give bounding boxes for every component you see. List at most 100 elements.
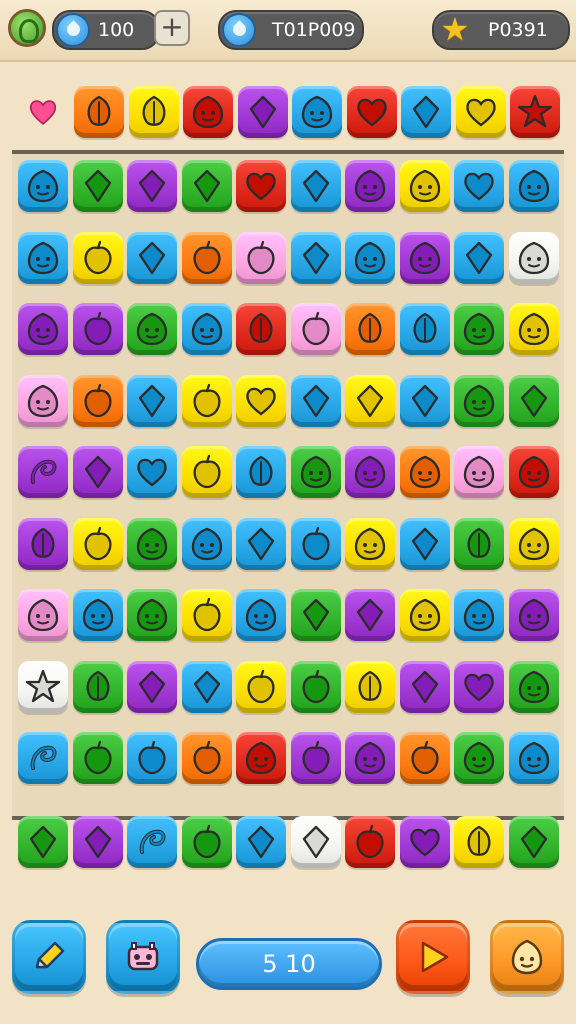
board-tile[interactable]	[345, 589, 395, 641]
board-tile[interactable]	[236, 446, 286, 498]
add-currency-button[interactable]: +	[154, 10, 190, 46]
board-tile[interactable]	[454, 160, 504, 212]
board-tile[interactable]	[399, 732, 450, 784]
board-tile[interactable]	[236, 732, 286, 784]
board-tile[interactable]	[399, 517, 450, 570]
character-button[interactable]	[490, 920, 564, 994]
board-tile[interactable]	[181, 374, 232, 427]
board-tile[interactable]	[508, 303, 559, 355]
bottom-tile[interactable]	[236, 816, 286, 868]
board-tile[interactable]	[399, 660, 450, 713]
board-tile[interactable]	[454, 446, 504, 498]
player-avatar[interactable]	[8, 9, 46, 47]
board-tile[interactable]	[236, 660, 286, 713]
top-tile[interactable]	[292, 86, 342, 138]
bottom-tile[interactable]	[454, 816, 504, 868]
board-tile[interactable]	[181, 517, 232, 570]
board-tile[interactable]	[18, 517, 68, 570]
board-tile[interactable]	[345, 231, 395, 284]
board-tile[interactable]	[127, 303, 177, 355]
board-tile[interactable]	[236, 589, 286, 641]
top-tile[interactable]	[74, 86, 124, 138]
board-tile[interactable]	[72, 660, 123, 713]
board-tile[interactable]	[18, 231, 68, 284]
board-tile[interactable]	[290, 231, 341, 284]
top-tile[interactable]	[346, 86, 397, 138]
board-tile[interactable]	[345, 517, 395, 570]
board-tile[interactable]	[127, 660, 177, 713]
board-tile[interactable]	[236, 231, 286, 284]
board-tile[interactable]	[181, 303, 232, 355]
board-tile[interactable]	[454, 374, 504, 427]
board-tile[interactable]	[290, 660, 341, 713]
board-tile[interactable]	[236, 517, 286, 570]
board-tile[interactable]	[72, 446, 123, 498]
board-tile[interactable]	[508, 374, 559, 427]
board-tile[interactable]	[18, 160, 68, 212]
board-tile[interactable]	[72, 374, 123, 427]
bottom-tile[interactable]	[72, 816, 123, 868]
play-button[interactable]	[396, 920, 470, 994]
board-tile[interactable]	[181, 231, 232, 284]
board-tile[interactable]	[72, 517, 123, 570]
board-tile[interactable]	[345, 660, 395, 713]
board-tile[interactable]	[345, 732, 395, 784]
board-tile[interactable]	[508, 446, 559, 498]
board-tile[interactable]	[72, 160, 123, 212]
board-tile[interactable]	[454, 732, 504, 784]
board-tile[interactable]	[508, 231, 559, 284]
top-tile[interactable]	[401, 86, 451, 138]
bottom-tile[interactable]	[345, 816, 395, 868]
top-tile[interactable]	[237, 86, 288, 138]
board-tile[interactable]	[290, 517, 341, 570]
pencil-button[interactable]	[12, 920, 86, 994]
board-tile[interactable]	[290, 160, 341, 212]
top-tile[interactable]	[510, 86, 560, 138]
board-tile[interactable]	[454, 660, 504, 713]
board-tile[interactable]	[18, 446, 68, 498]
board-tile[interactable]	[181, 732, 232, 784]
board-tile[interactable]	[236, 160, 286, 212]
top-tile[interactable]	[455, 86, 506, 138]
board-tile[interactable]	[290, 732, 341, 784]
board-tile[interactable]	[290, 589, 341, 641]
bottom-tile[interactable]	[399, 816, 450, 868]
board-tile[interactable]	[181, 160, 232, 212]
board-tile[interactable]	[127, 732, 177, 784]
bottom-tile[interactable]	[18, 816, 68, 868]
board-tile[interactable]	[72, 732, 123, 784]
top-tile[interactable]	[128, 86, 179, 138]
board-tile[interactable]	[508, 160, 559, 212]
board-tile[interactable]	[236, 303, 286, 355]
board-tile[interactable]	[508, 589, 559, 641]
board-tile[interactable]	[399, 231, 450, 284]
board-tile[interactable]	[18, 303, 68, 355]
board-tile[interactable]	[236, 374, 286, 427]
board-tile[interactable]	[127, 231, 177, 284]
board-tile[interactable]	[345, 374, 395, 427]
board-tile[interactable]	[454, 517, 504, 570]
board-tile[interactable]	[508, 517, 559, 570]
board-tile[interactable]	[345, 303, 395, 355]
board-tile[interactable]	[18, 660, 68, 713]
board-tile[interactable]	[399, 446, 450, 498]
board-tile[interactable]	[72, 303, 123, 355]
board-tile[interactable]	[18, 589, 68, 641]
board-tile[interactable]	[18, 374, 68, 427]
board-tile[interactable]	[181, 589, 232, 641]
board-tile[interactable]	[508, 732, 559, 784]
board-tile[interactable]	[454, 303, 504, 355]
board-tile[interactable]	[290, 303, 341, 355]
bottom-tile[interactable]	[290, 816, 341, 868]
board-tile[interactable]	[454, 589, 504, 641]
board-tile[interactable]	[290, 374, 341, 427]
board-tile[interactable]	[127, 517, 177, 570]
board-tile[interactable]	[181, 660, 232, 713]
board-tile[interactable]	[72, 589, 123, 641]
board-tile[interactable]	[127, 446, 177, 498]
board-tile[interactable]	[127, 589, 177, 641]
board-tile[interactable]	[345, 160, 395, 212]
board-tile[interactable]	[127, 374, 177, 427]
board-tile[interactable]	[290, 446, 341, 498]
board-tile[interactable]	[399, 374, 450, 427]
